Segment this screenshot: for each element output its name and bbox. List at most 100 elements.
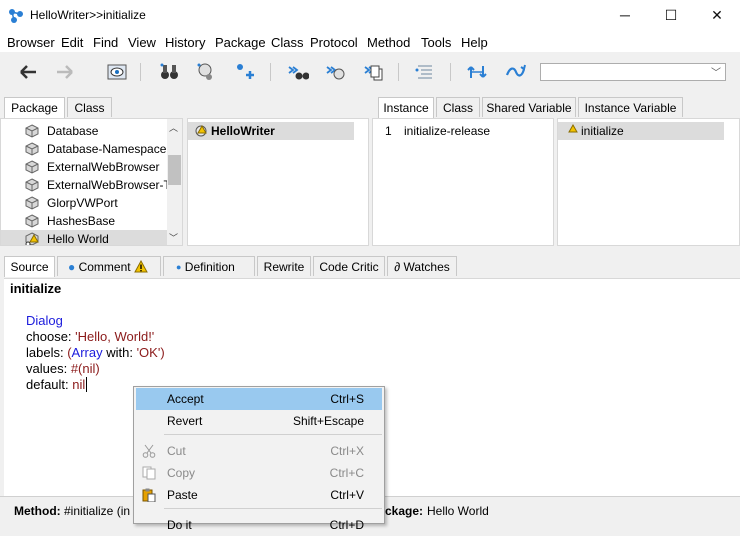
package-icon [25, 214, 39, 228]
menu-item-do-it[interactable]: Do it Ctrl+D [136, 514, 382, 536]
list-item-selected[interactable]: Hello World [1, 230, 169, 246]
browse-icon[interactable] [106, 61, 128, 83]
chevron-down-icon[interactable]: ﹀ [711, 64, 721, 79]
implementors-icon[interactable] [325, 61, 347, 83]
package-name: Hello World [47, 232, 109, 246]
close-button[interactable]: ✕ [694, 0, 740, 31]
package-scrollbar[interactable]: ︿ ﹀ [167, 119, 182, 245]
status-method-value: #initialize (in [64, 504, 131, 518]
format-icon[interactable] [414, 61, 436, 83]
list-item[interactable]: ExternalWebBrowser-Te [1, 176, 176, 194]
package-name: GlorpVWPort [47, 196, 118, 210]
toolbar: ﹀ [0, 53, 740, 93]
tab-class-side[interactable]: Class [436, 97, 480, 117]
menu-package[interactable]: Package [215, 35, 266, 50]
class-list[interactable]: HelloWriter [187, 118, 369, 246]
tab-shared-variable[interactable]: Shared Variable [482, 97, 576, 117]
bullet-icon: ● [176, 262, 182, 272]
title-bar: HelloWriter>>initialize ─ ☐ ✕ [0, 0, 740, 31]
text-cursor [86, 377, 88, 392]
sync-icon[interactable] [466, 61, 488, 83]
menu-class[interactable]: Class [271, 35, 304, 50]
toolbar-separator [270, 63, 271, 81]
tab-comment[interactable]: ● Comment [57, 256, 161, 276]
list-item[interactable]: Database [1, 122, 167, 140]
search-combo[interactable]: ﹀ [540, 63, 726, 81]
tab-rewrite[interactable]: Rewrite [257, 256, 311, 276]
minimize-button[interactable]: ─ [602, 0, 648, 31]
menu-separator [164, 508, 382, 509]
scrollbar-thumb[interactable] [168, 155, 181, 185]
menu-item-cut[interactable]: Cut Ctrl+X [136, 440, 382, 462]
tab-watches[interactable]: ∂ Watches [387, 256, 457, 276]
package-warning-icon [25, 232, 39, 245]
list-item-selected[interactable]: HelloWriter [188, 122, 354, 140]
refresh-icon[interactable] [504, 61, 526, 83]
warning-icon [134, 259, 148, 273]
tab-code-critic[interactable]: Code Critic [313, 256, 385, 276]
status-package-label: ckage: [385, 504, 424, 518]
tab-class[interactable]: Class [67, 97, 112, 117]
menu-edit[interactable]: Edit [61, 35, 83, 50]
add-icon[interactable] [233, 61, 255, 83]
senders-icon[interactable] [195, 61, 217, 83]
menu-find[interactable]: Find [93, 35, 118, 50]
package-icon [25, 196, 39, 210]
class-name: HelloWriter [211, 124, 275, 138]
package-icon [25, 142, 39, 156]
forward-arrow-icon[interactable] [54, 61, 76, 83]
app-icon [9, 9, 23, 23]
menu-history[interactable]: History [165, 35, 205, 50]
code-line: labels: (Array with: 'OK') [26, 345, 165, 360]
package-name: Database-Namespace [47, 142, 167, 156]
toolbar-separator [450, 63, 451, 81]
protocol-name: initialize-release [404, 124, 491, 138]
warning-icon [568, 124, 578, 133]
copy-icon[interactable] [363, 61, 385, 83]
protocol-list[interactable]: 1 initialize-release [372, 118, 554, 246]
package-name: ExternalWebBrowser-Te [47, 178, 177, 192]
code-line: choose: 'Hello, World!' [26, 329, 155, 344]
window-title: HelloWriter>>initialize [30, 8, 146, 22]
tab-package[interactable]: Package [4, 97, 65, 118]
tab-source[interactable]: Source [4, 256, 55, 277]
menu-item-copy[interactable]: Copy Ctrl+C [136, 462, 382, 484]
code-tabs: Source ● Comment ● Definition Rewrite Co… [4, 256, 740, 277]
tab-instance[interactable]: Instance [378, 97, 434, 118]
package-icon [25, 178, 39, 192]
code-line: default: nil [26, 377, 88, 392]
menu-method[interactable]: Method [367, 35, 410, 50]
list-item[interactable]: 1 initialize-release [373, 122, 553, 140]
variable-tabs: Instance Class Shared Variable Instance … [378, 97, 740, 118]
references-icon[interactable] [287, 61, 309, 83]
chevron-down-icon[interactable]: ﹀ [169, 231, 178, 244]
back-arrow-icon[interactable] [17, 61, 39, 83]
chevron-up-icon[interactable]: ︿ [169, 121, 178, 134]
package-icon [25, 124, 39, 138]
package-icon [25, 160, 39, 174]
tab-definition[interactable]: ● Definition [163, 256, 255, 276]
toolbar-separator [140, 63, 141, 81]
list-item[interactable]: Database-Namespace [1, 140, 167, 158]
binoculars-icon[interactable] [158, 61, 180, 83]
menu-view[interactable]: View [128, 35, 156, 50]
code-line: Dialog [26, 313, 63, 328]
method-name: initialize [581, 124, 624, 138]
list-item[interactable]: HashesBase [1, 212, 167, 230]
menu-tools[interactable]: Tools [421, 35, 451, 50]
tab-instance-variable[interactable]: Instance Variable [578, 97, 683, 117]
list-item[interactable]: GlorpVWPort [1, 194, 167, 212]
menu-help[interactable]: Help [461, 35, 488, 50]
menu-item-accept[interactable]: Accept Ctrl+S [136, 388, 382, 410]
list-item[interactable]: ExternalWebBrowser [1, 158, 167, 176]
menu-item-revert[interactable]: Revert Shift+Escape [136, 410, 382, 432]
menu-browser[interactable]: Browser [7, 35, 55, 50]
menu-protocol[interactable]: Protocol [310, 35, 358, 50]
package-name: HashesBase [47, 214, 116, 228]
list-item-selected[interactable]: initialize [558, 122, 724, 140]
menu-item-paste[interactable]: Paste Ctrl+V [136, 484, 382, 506]
menu-bar: Browser Edit Find View History Package C… [0, 31, 740, 52]
maximize-button[interactable]: ☐ [648, 0, 694, 31]
method-list[interactable]: initialize [557, 118, 740, 246]
package-list[interactable]: Database Database-Namespace ExternalWebB… [0, 118, 183, 246]
